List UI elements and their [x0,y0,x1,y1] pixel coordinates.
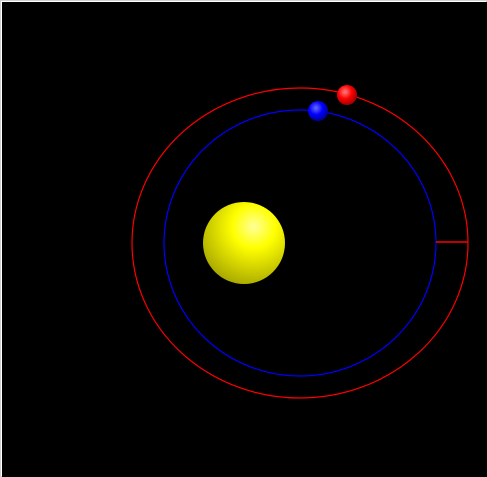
outer-planet-sphere[interactable] [337,85,357,105]
inner-planet-sphere[interactable] [308,101,328,121]
orbit-scene[interactable] [2,2,487,477]
sun-sphere[interactable] [203,202,285,284]
3d-viewport[interactable] [0,0,487,477]
scene-canvas[interactable] [2,2,487,477]
